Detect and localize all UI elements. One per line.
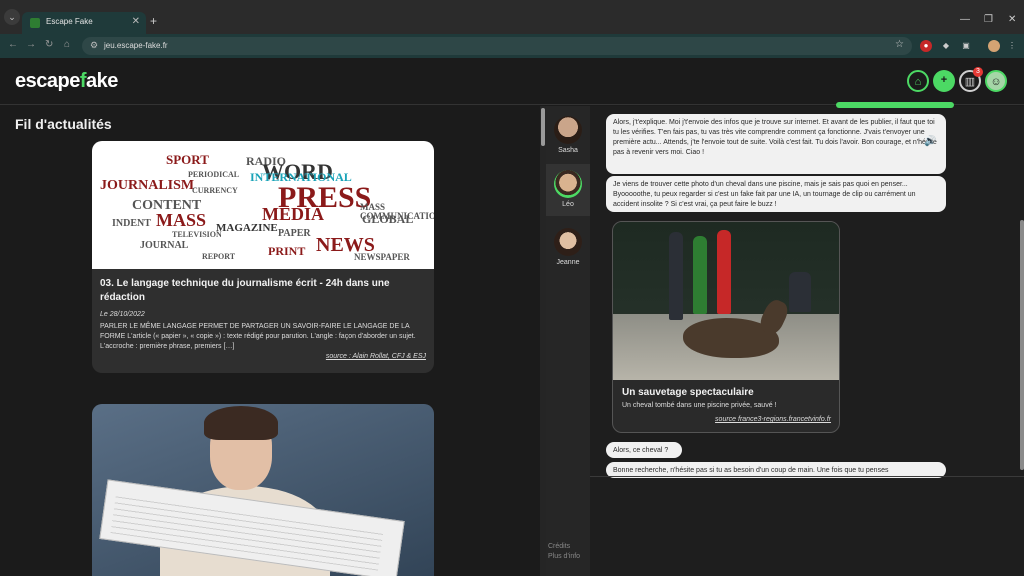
notification-badge: 3 [973, 67, 983, 77]
window-close-button[interactable]: ✕ [1008, 14, 1016, 25]
feed-scrollbar-thumb[interactable] [541, 108, 545, 146]
contacts-sidebar: Sasha Léo Jeanne Crédits Plus d'info [546, 106, 590, 576]
word-cloud-word: PERIODICAL [188, 170, 240, 179]
word-cloud-word: PRINT [268, 244, 306, 258]
forward-arrow-icon[interactable]: → [26, 39, 36, 50]
photo-shape [789, 272, 811, 312]
shared-article-card[interactable]: Un sauvetage spectaculaire Un cheval tom… [612, 221, 840, 433]
chat-message: Alors, j't'explique. Moi j't'envoie des … [606, 114, 946, 174]
word-cloud-word: TELEVISION [172, 230, 222, 239]
more-info-link[interactable]: Plus d'info [548, 553, 580, 560]
url-text[interactable]: jeu.escape-fake.fr [104, 41, 168, 50]
minimize-button[interactable]: — [960, 14, 970, 25]
photo-shape [669, 232, 683, 320]
shared-article-subtitle: Un cheval tombé dans une piscine privée,… [622, 402, 777, 409]
maximize-button[interactable]: ❐ [984, 14, 993, 25]
article-photo [92, 404, 434, 576]
word-cloud-word: INDENT [112, 218, 151, 229]
word-cloud-word: MEDIA [262, 204, 324, 224]
sent-message-edge [836, 102, 954, 108]
kebab-menu-icon[interactable]: ⋮ [1006, 40, 1018, 52]
credits-link[interactable]: Crédits [548, 543, 570, 550]
add-button[interactable]: + [933, 70, 955, 92]
contact-leo[interactable]: Léo [546, 164, 590, 216]
word-cloud-word: MAGAZINE [216, 222, 278, 234]
word-cloud-word: REPORT [202, 252, 236, 261]
word-cloud-word: MASS [156, 210, 207, 230]
chat-message: Alors, ce cheval ? [606, 442, 682, 458]
new-tab-button[interactable]: + [150, 14, 157, 28]
browser-tab[interactable]: Escape Fake ✕ [22, 12, 146, 34]
article-title[interactable]: 03. Le langage technique du journalisme … [100, 277, 426, 305]
photo-shape [204, 406, 278, 440]
reload-icon[interactable]: ↻ [45, 39, 53, 50]
avatar [554, 228, 582, 256]
star-icon[interactable]: ☆ [895, 39, 904, 50]
avatar [554, 116, 582, 144]
message-text: Je viens de trouver cette photo d'un che… [613, 181, 916, 208]
message-text: Alors, j't'explique. Moi j't'envoie des … [613, 119, 937, 156]
speaker-icon[interactable]: 🔊 [924, 136, 936, 147]
chat-message: Je viens de trouver cette photo d'un che… [606, 176, 946, 212]
home-icon[interactable]: ⌂ [64, 39, 70, 50]
contact-name: Léo [562, 201, 574, 208]
article-source-link[interactable]: source : Alain Rollat, CFJ & ESJ [100, 353, 426, 360]
plus-icon: + [940, 74, 948, 86]
chat-panel: Alors, j't'explique. Moi j't'envoie des … [590, 102, 1024, 576]
article-card[interactable]: SPORT RADIO WORD JOURNALISM INTERNATIONA… [92, 141, 434, 373]
tab-title: Escape Fake [46, 17, 93, 26]
word-cloud-image: SPORT RADIO WORD JOURNALISM INTERNATIONA… [92, 141, 434, 269]
word-cloud-word: NEWSPAPER [354, 252, 410, 262]
word-cloud-word: GLOBAL [362, 212, 414, 226]
avatar-icon: ☺ [990, 76, 1002, 88]
user-avatar[interactable]: ☺ [985, 70, 1007, 92]
photo-shape [693, 236, 707, 314]
contact-name: Sasha [558, 147, 578, 154]
site-info-icon[interactable]: ⚙ [90, 40, 98, 51]
message-text: Alors, ce cheval ? [613, 447, 669, 454]
contact-sasha[interactable]: Sasha [546, 110, 590, 162]
back-arrow-icon[interactable]: ← [8, 39, 18, 50]
article-excerpt: PARLER LE MÊME LANGAGE PERMET DE PARTAGE… [100, 323, 416, 350]
contact-name: Jeanne [556, 259, 580, 266]
word-cloud-word: SPORT [166, 152, 209, 167]
photo-shape [717, 230, 731, 314]
divider [590, 476, 1024, 477]
extension-icon[interactable]: ◆ [940, 40, 952, 52]
chevron-down-icon[interactable]: ⌄ [4, 9, 20, 25]
word-cloud-word: JOURNALISM [100, 178, 195, 193]
logo[interactable]: escapefake [15, 70, 118, 93]
article-date: Le 28/10/2022 [100, 311, 145, 318]
extension-icon[interactable]: ● [920, 40, 932, 52]
word-cloud-word: CURRENCY [192, 186, 238, 195]
puzzle-icon[interactable]: ▣ [960, 40, 972, 52]
browser-toolbar: ← → ↻ ⌂ ⚙ jeu.escape-fake.fr ☆ ● ◆ ▣ ⋮ [0, 34, 1024, 58]
address-bar[interactable]: ⚙ jeu.escape-fake.fr ☆ [82, 37, 912, 55]
book-icon: ▥ [964, 76, 976, 88]
profile-avatar[interactable] [988, 40, 1000, 52]
news-feed: Fil d'actualités SPORT RADIO WORD JOURNA… [0, 106, 540, 576]
feed-title: Fil d'actualités [15, 116, 112, 132]
word-cloud-word: PAPER [278, 228, 311, 239]
message-text: Bonne recherche, n'hésite pas si tu as b… [613, 467, 889, 474]
word-cloud-word: JOURNAL [140, 240, 189, 251]
horse-rescue-photo [613, 222, 839, 380]
logo-text: escape [15, 70, 80, 92]
home-icon: ⌂ [914, 76, 922, 88]
shared-article-title: Un sauvetage spectaculaire [622, 387, 754, 398]
avatar [554, 170, 582, 198]
contact-jeanne[interactable]: Jeanne [546, 222, 590, 274]
app-header: escapefake ⌂ + ▥ 3 ☺ [0, 58, 1024, 105]
shared-article-source-link[interactable]: source france3-regions.francetvinfo.fr [715, 416, 831, 423]
chat-scrollbar-thumb[interactable] [1020, 220, 1024, 470]
tab-close-button[interactable]: ✕ [132, 16, 140, 27]
home-button[interactable]: ⌂ [907, 70, 929, 92]
logo-text-rest: ake [86, 70, 118, 92]
favicon-icon [30, 18, 40, 28]
article-card[interactable] [92, 404, 434, 576]
browser-tabstrip: ⌄ Escape Fake ✕ + — ❐ ✕ [0, 0, 1024, 34]
